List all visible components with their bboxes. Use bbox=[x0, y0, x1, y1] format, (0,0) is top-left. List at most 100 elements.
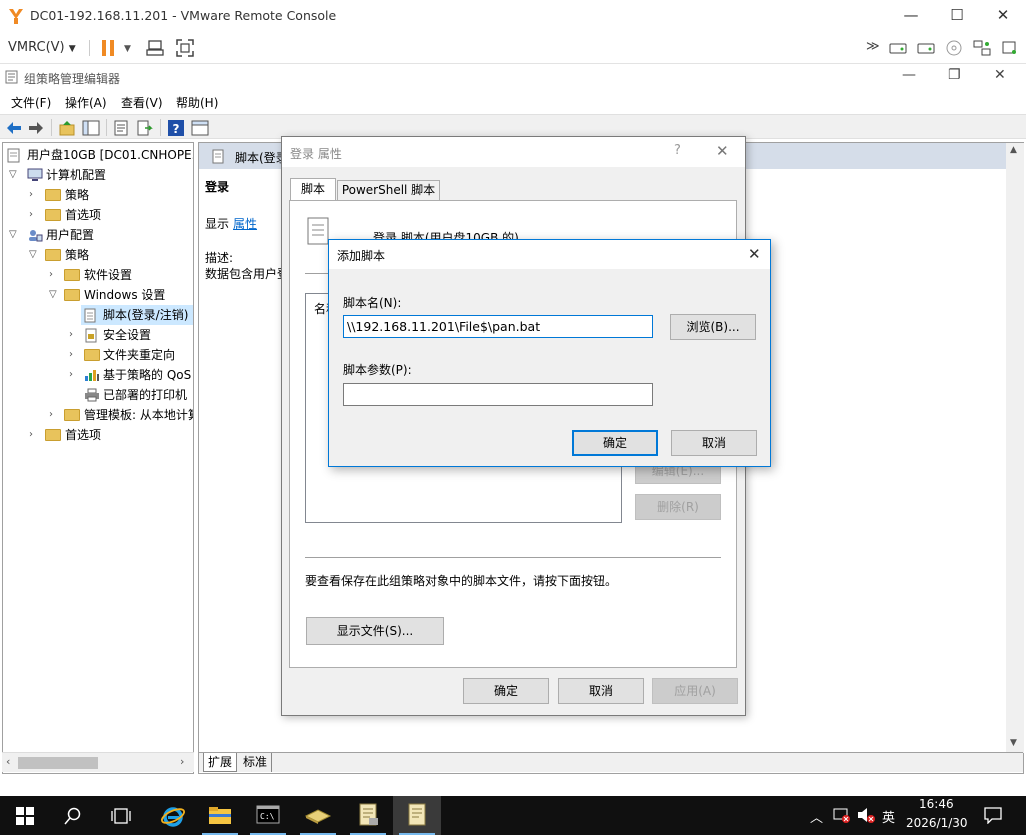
collapse-chevron-icon[interactable]: ▽ bbox=[9, 165, 19, 185]
tree-item-printers[interactable]: 已部署的打印机 bbox=[3, 385, 193, 405]
details-vertical-scrollbar[interactable]: ▲ ▼ bbox=[1006, 143, 1024, 753]
add-ok-button[interactable]: 确定 bbox=[572, 430, 658, 456]
show-tree-icon[interactable] bbox=[82, 119, 100, 137]
folder-icon bbox=[64, 409, 80, 421]
volume-muted-icon[interactable] bbox=[857, 807, 875, 823]
add-cancel-button[interactable]: 取消 bbox=[671, 430, 757, 456]
start-button[interactable] bbox=[0, 796, 48, 835]
collapse-chevron-icon[interactable]: ▽ bbox=[29, 245, 39, 265]
show-files-button[interactable]: 显示文件(S)... bbox=[306, 617, 444, 645]
expand-chevron-icon[interactable]: › bbox=[29, 425, 39, 445]
menu-view[interactable]: 查看(V) bbox=[121, 94, 163, 111]
properties-icon[interactable] bbox=[112, 119, 130, 137]
prop-ok-button[interactable]: 确定 bbox=[463, 678, 549, 704]
gpmc-close-button[interactable]: ✕ bbox=[994, 67, 1006, 83]
properties-link[interactable]: 属性 bbox=[233, 215, 257, 232]
expand-chevron-icon[interactable]: › bbox=[69, 365, 79, 385]
menu-action[interactable]: 操作(A) bbox=[65, 94, 107, 111]
send-ctrl-alt-del-icon[interactable] bbox=[146, 39, 166, 57]
params-input[interactable] bbox=[343, 383, 653, 406]
taskbar-ie[interactable] bbox=[148, 796, 196, 835]
task-view-button[interactable] bbox=[96, 796, 144, 835]
expand-chevron-icon[interactable]: › bbox=[29, 185, 39, 205]
apply-button[interactable]: 应用(A) bbox=[652, 678, 738, 704]
cd-icon[interactable] bbox=[945, 39, 963, 57]
taskbar-gpmc[interactable] bbox=[344, 796, 392, 835]
tree-item-preferences-2[interactable]: › 首选项 bbox=[3, 425, 193, 445]
help-button[interactable]: ? bbox=[674, 143, 681, 158]
taskbar-cmd[interactable]: C:\ bbox=[244, 796, 292, 835]
tree-item-preferences-1[interactable]: › 首选项 bbox=[3, 205, 193, 225]
prop-close-button[interactable]: ✕ bbox=[716, 142, 729, 160]
tab-powershell[interactable]: PowerShell 脚本 bbox=[337, 180, 440, 201]
scroll-up-icon[interactable]: ▲ bbox=[1010, 145, 1017, 155]
taskbar-gpme[interactable] bbox=[393, 796, 441, 835]
hdd2-icon[interactable] bbox=[917, 40, 935, 56]
tab-scripts[interactable]: 脚本 bbox=[290, 178, 336, 201]
ime-indicator[interactable]: 英 bbox=[882, 807, 895, 826]
tab-extended[interactable]: 扩展 bbox=[203, 753, 238, 772]
tree-item-software-settings[interactable]: › 软件设置 bbox=[3, 265, 193, 285]
tree-horizontal-scrollbar[interactable]: ‹ › bbox=[2, 752, 194, 772]
scroll-thumb[interactable] bbox=[18, 757, 98, 769]
export-icon[interactable] bbox=[136, 119, 154, 137]
expand-chevron-icon[interactable]: › bbox=[49, 265, 59, 285]
tree-item-admin-templates[interactable]: › 管理模板: 从本地计算 bbox=[3, 405, 193, 425]
collapse-chevron-icon[interactable]: ▽ bbox=[49, 285, 59, 305]
back-arrow-icon[interactable] bbox=[5, 119, 23, 137]
notifications-icon[interactable] bbox=[983, 806, 1003, 824]
tree-item-root[interactable]: 用户盘10GB [DC01.CNHOPE.l bbox=[3, 145, 193, 165]
usb-icon[interactable] bbox=[1000, 39, 1020, 57]
scroll-right-icon[interactable]: › bbox=[180, 755, 184, 768]
hdd-icon[interactable] bbox=[889, 40, 907, 56]
gpmc-restore-button[interactable]: ❐ bbox=[948, 67, 961, 83]
expand-chevron-icon[interactable]: › bbox=[29, 205, 39, 225]
scroll-left-icon[interactable]: ‹ bbox=[6, 755, 10, 768]
maximize-button[interactable]: ☐ bbox=[934, 0, 980, 32]
pause-icon[interactable] bbox=[100, 40, 116, 56]
tab-standard[interactable]: 标准 bbox=[239, 753, 273, 772]
vmrc-menu-button[interactable]: VMRC(V) ▼ bbox=[8, 37, 80, 59]
expand-chevron-icon[interactable]: › bbox=[49, 405, 59, 425]
browse-button[interactable]: 浏览(B)... bbox=[670, 314, 756, 340]
up-folder-icon[interactable] bbox=[58, 119, 76, 137]
fullscreen-icon[interactable] bbox=[175, 38, 195, 58]
tree-item-scripts-selected[interactable]: 脚本(登录/注销) bbox=[81, 305, 193, 325]
more-icon[interactable]: ≫ bbox=[866, 39, 880, 54]
menu-file[interactable]: 文件(F) bbox=[11, 94, 51, 111]
tree-item-policies-2[interactable]: ▽ 策略 bbox=[3, 245, 193, 265]
gpmc-minimize-button[interactable]: — bbox=[902, 67, 916, 83]
taskbar-server-manager[interactable] bbox=[294, 796, 342, 835]
tree-item-computer-config[interactable]: ▽ 计算机配置 bbox=[3, 165, 193, 185]
prop-cancel-button[interactable]: 取消 bbox=[558, 678, 644, 704]
clock-date[interactable]: 2026/1/30 bbox=[906, 816, 968, 830]
tree-item-policies-1[interactable]: › 策略 bbox=[3, 185, 193, 205]
network-icon[interactable] bbox=[972, 39, 992, 57]
forward-arrow-icon[interactable] bbox=[27, 119, 45, 137]
search-button[interactable] bbox=[48, 796, 96, 835]
taskbar-explorer[interactable] bbox=[196, 796, 244, 835]
clock-time[interactable]: 16:46 bbox=[919, 797, 954, 811]
pause-dropdown-icon[interactable]: ▼ bbox=[124, 44, 131, 54]
tree-item-folder-redirection[interactable]: › 文件夹重定向 bbox=[3, 345, 193, 365]
computer-icon bbox=[27, 168, 43, 181]
network-status-icon[interactable] bbox=[832, 807, 850, 823]
help-icon[interactable]: ? bbox=[167, 119, 185, 137]
add-close-button[interactable]: ✕ bbox=[748, 245, 761, 263]
collapse-chevron-icon[interactable]: ▽ bbox=[9, 225, 19, 245]
tree-item-qos[interactable]: › 基于策略的 QoS bbox=[3, 365, 193, 385]
show-hidden-icons-icon[interactable]: ︿ bbox=[810, 807, 823, 826]
expand-chevron-icon[interactable]: › bbox=[69, 325, 79, 345]
minimize-button[interactable]: — bbox=[888, 0, 934, 32]
remove-button[interactable]: 删除(R) bbox=[635, 494, 721, 520]
expand-chevron-icon[interactable]: › bbox=[69, 345, 79, 365]
info-text: 要查看保存在此组策略对象中的脚本文件，请按下面按钮。 bbox=[305, 574, 618, 588]
close-button[interactable]: ✕ bbox=[980, 0, 1026, 32]
scroll-down-icon[interactable]: ▼ bbox=[1010, 738, 1017, 748]
menu-help[interactable]: 帮助(H) bbox=[176, 94, 218, 111]
script-name-input[interactable]: \\192.168.11.201\File$\pan.bat bbox=[343, 315, 653, 338]
action-pane-icon[interactable] bbox=[191, 119, 209, 137]
tree-item-windows-settings[interactable]: ▽ Windows 设置 bbox=[3, 285, 193, 305]
tree-item-security-settings[interactable]: › 安全设置 bbox=[3, 325, 193, 345]
tree-item-user-config[interactable]: ▽ 用户配置 bbox=[3, 225, 193, 245]
